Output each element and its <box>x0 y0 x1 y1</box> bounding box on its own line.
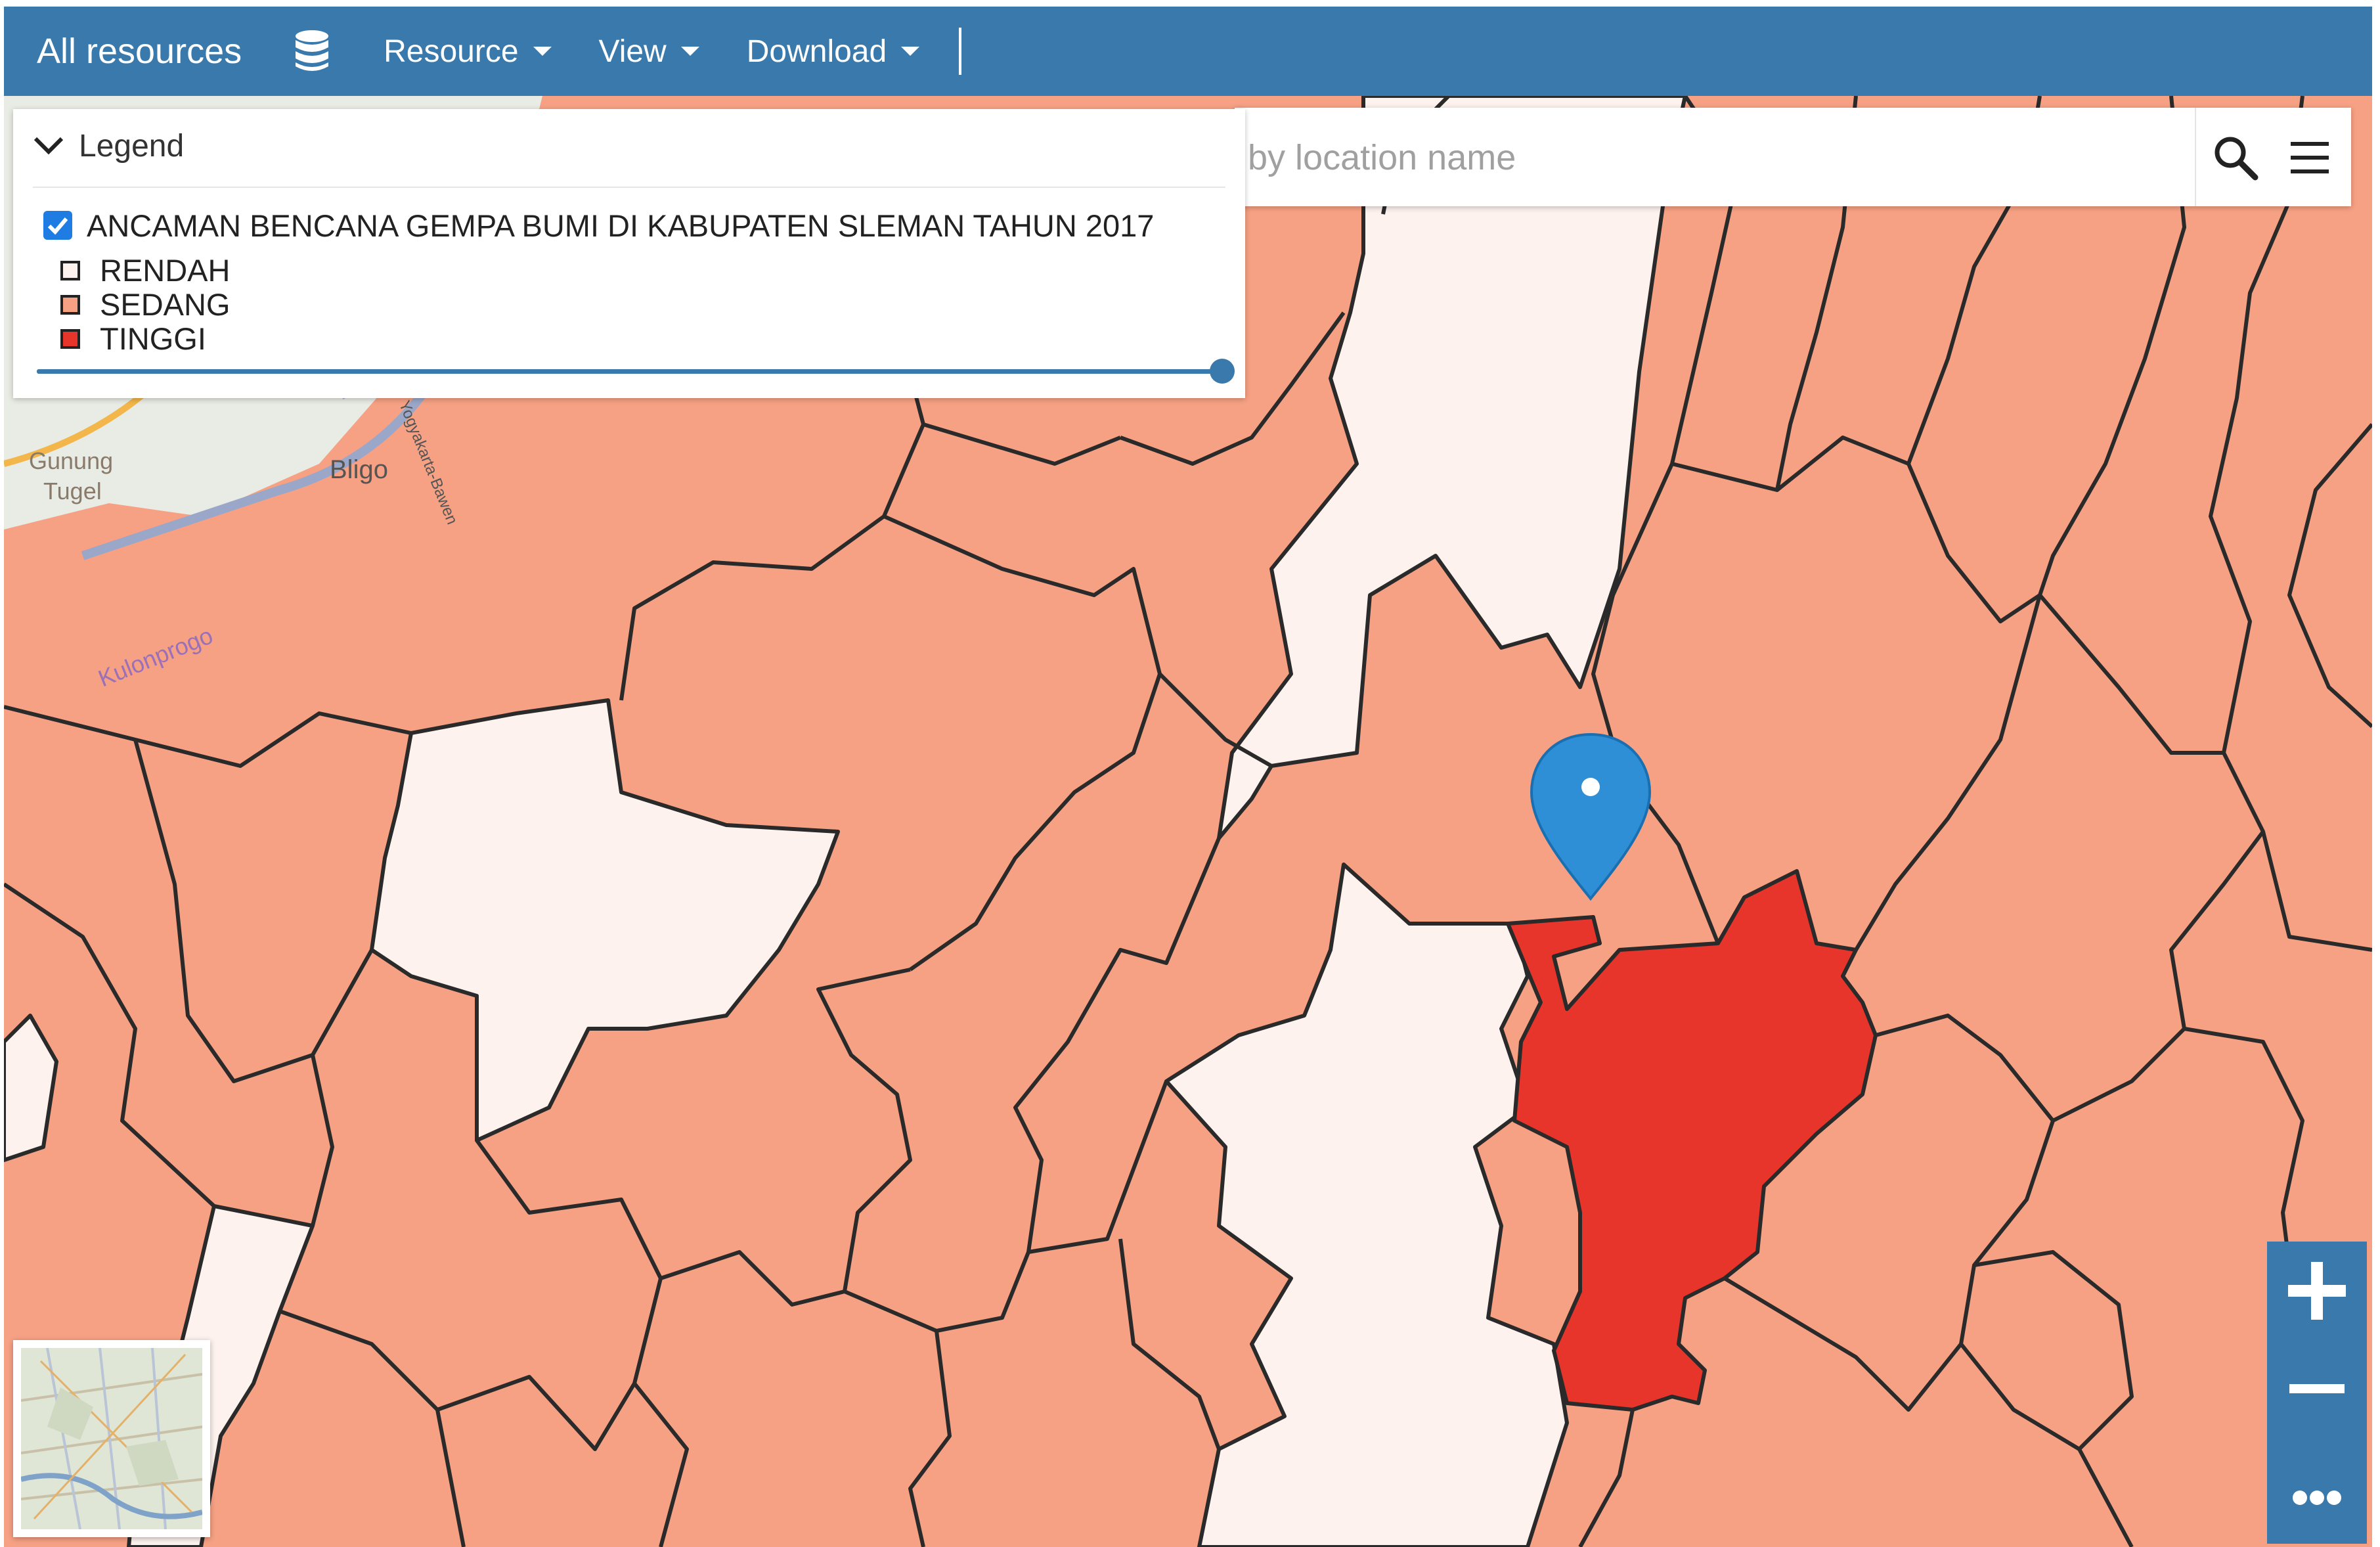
more-icon <box>2293 1491 2341 1505</box>
layer-title: ANCAMAN BENCANA GEMPA BUMI DI KABUPATEN … <box>87 208 1155 243</box>
zoom-in-button[interactable] <box>2267 1242 2367 1340</box>
district-tinggi[interactable] <box>1506 869 1878 1412</box>
view-menu[interactable]: View <box>599 34 699 70</box>
road-label: Jl. Yogyakarta-Bawen <box>387 380 460 527</box>
region-label: Kulonprogo <box>95 621 217 692</box>
search-bar <box>1235 108 2351 208</box>
legend-divider <box>33 187 1225 188</box>
legend-swatch <box>60 260 80 280</box>
legend-swatch <box>60 328 80 349</box>
all-resources-link[interactable]: All resources <box>37 31 242 72</box>
menu-icon[interactable] <box>2288 137 2331 179</box>
legend-toggle[interactable]: Legend <box>33 126 184 166</box>
legend-item-label: SEDANG <box>100 287 231 322</box>
resource-menu-label: Resource <box>384 34 519 69</box>
district-rendah[interactable] <box>1164 863 1569 1547</box>
map-marker-icon[interactable] <box>1530 732 1652 901</box>
opacity-slider-track[interactable] <box>37 369 1225 374</box>
legend-item-sedang: SEDANG <box>60 286 231 323</box>
toolbar-divider <box>959 28 962 75</box>
zoom-controls <box>2267 1242 2367 1544</box>
top-toolbar: All resources Resource View Download <box>4 7 2372 96</box>
layer-row: ANCAMAN BENCANA GEMPA BUMI DI KABUPATEN … <box>43 196 1154 255</box>
legend-item-label: TINGGI <box>100 321 206 356</box>
overview-map-thumbnail <box>21 1348 202 1529</box>
district-rendah[interactable] <box>370 698 840 1142</box>
legend-item-label: RENDAH <box>100 253 231 288</box>
chevron-down-icon <box>533 47 552 56</box>
legend-panel: Legend ANCAMAN BENCANA GEMPA BUMI DI KAB… <box>13 109 1245 398</box>
place-label: Bligo <box>330 455 388 484</box>
layer-visibility-checkbox[interactable] <box>43 211 72 240</box>
legend-title: Legend <box>79 128 185 164</box>
zoom-in-icon <box>2288 1262 2346 1320</box>
legend-item-tinggi: TINGGI <box>60 321 206 357</box>
zoom-out-icon <box>2289 1384 2345 1393</box>
chevron-down-icon <box>33 137 64 155</box>
overview-map[interactable] <box>13 1340 210 1537</box>
district-rendah[interactable] <box>4 1014 58 1162</box>
database-icon[interactable] <box>294 30 330 73</box>
search-divider <box>2195 108 2196 206</box>
more-button[interactable] <box>2267 1439 2367 1537</box>
search-input[interactable] <box>1246 108 2169 208</box>
legend-item-rendah: RENDAH <box>60 252 230 288</box>
opacity-slider-handle[interactable] <box>1210 359 1235 384</box>
legend-swatch <box>60 294 80 315</box>
chevron-down-icon <box>901 47 920 56</box>
resource-menu[interactable]: Resource <box>384 34 552 70</box>
place-label: Gunung <box>29 447 113 474</box>
check-icon <box>47 217 68 235</box>
chevron-down-icon <box>680 47 699 56</box>
download-menu-label: Download <box>746 34 887 69</box>
view-menu-label: View <box>598 34 667 69</box>
zoom-out-button[interactable] <box>2267 1340 2367 1439</box>
place-label: Tugel <box>43 478 102 504</box>
search-icon[interactable] <box>2212 134 2259 181</box>
download-menu[interactable]: Download <box>746 34 920 70</box>
